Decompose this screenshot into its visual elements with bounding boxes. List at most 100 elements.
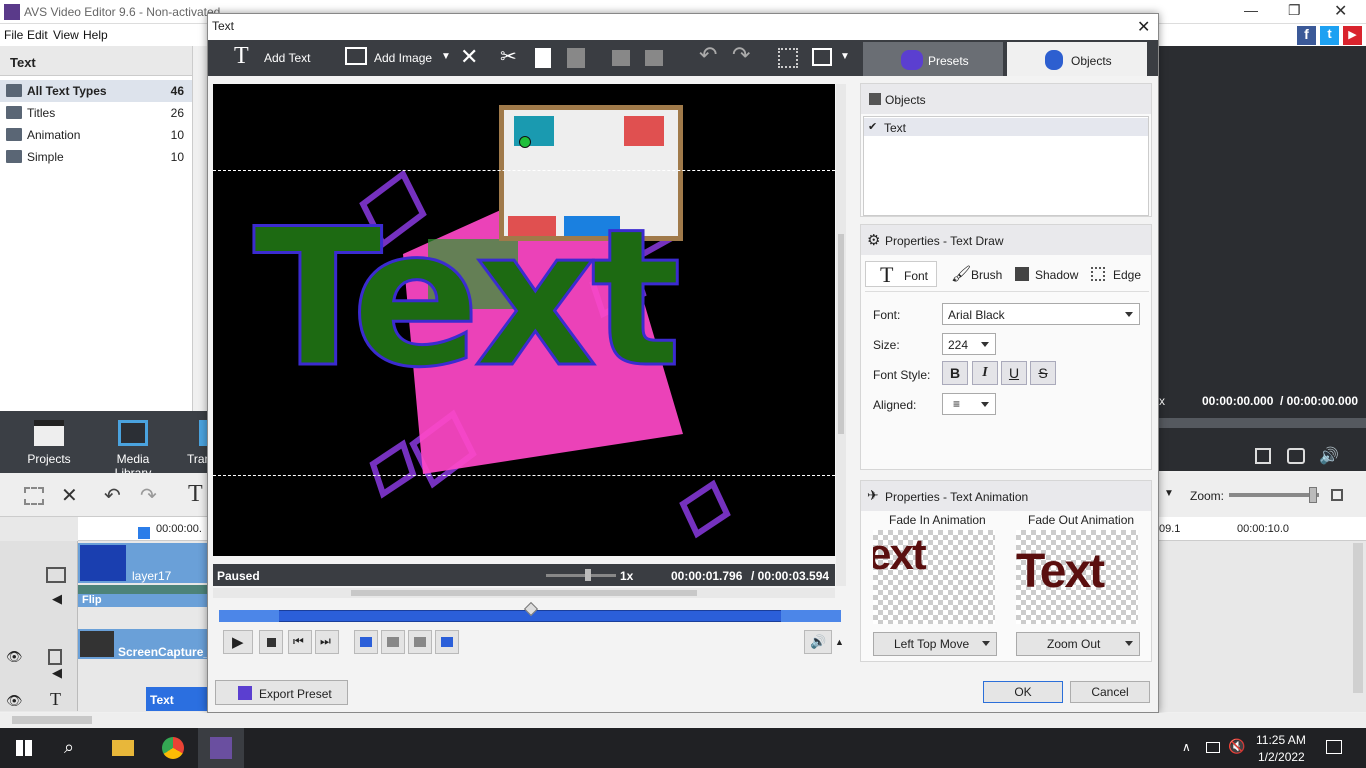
add-text-button[interactable]: T Add Text	[234, 43, 318, 70]
clip-flip[interactable]: Flip	[78, 585, 210, 607]
chevron-down-icon[interactable]: ▼	[441, 51, 451, 62]
grid-icon[interactable]	[778, 48, 798, 68]
chevron-down-icon[interactable]: ▼	[1164, 488, 1174, 499]
trim-timeline[interactable]	[213, 601, 846, 628]
tree-item-animation[interactable]: Animation 10	[0, 124, 192, 146]
trim-end-button[interactable]	[435, 630, 459, 654]
trim-start-button[interactable]	[354, 630, 378, 654]
app-horizontal-scrollbar[interactable]	[0, 713, 1366, 727]
checkbox-icon[interactable]: ✔	[868, 120, 877, 133]
clip-text[interactable]: Text	[146, 687, 210, 711]
cut-icon[interactable]: ✂	[500, 44, 517, 68]
eye-icon[interactable]: 👁	[6, 649, 23, 665]
speed-slider[interactable]	[546, 574, 616, 577]
zoom-slider-thumb[interactable]	[1309, 487, 1317, 503]
chevron-down-icon[interactable]: ▼	[840, 51, 850, 75]
trim-mid-button[interactable]	[381, 630, 405, 654]
timeline-ruler-right[interactable]: 09.1 00:00:10.0	[1159, 517, 1366, 541]
clip-layer17[interactable]: layer17	[78, 543, 210, 583]
clip-screencapture[interactable]: ScreenCapture_	[78, 629, 210, 659]
vertical-scrollbar[interactable]	[836, 84, 846, 586]
export-preset-button[interactable]: Export Preset	[215, 680, 348, 705]
bold-button[interactable]: B	[942, 361, 968, 385]
send-backward-icon[interactable]	[645, 50, 663, 66]
chrome-icon[interactable]	[162, 737, 184, 759]
playhead[interactable]	[138, 527, 150, 539]
twitter-icon[interactable]: t	[1320, 26, 1339, 45]
screen-icon[interactable]	[812, 48, 832, 66]
search-icon[interactable]: ⌕	[64, 737, 74, 758]
avs-taskbar-button[interactable]	[198, 728, 244, 768]
fullscreen-icon[interactable]	[1255, 448, 1271, 464]
undo-icon[interactable]: ↶	[104, 483, 121, 508]
tab-media-library[interactable]: Media Library	[98, 411, 168, 480]
size-select[interactable]: 224	[942, 333, 996, 355]
maximize-icon[interactable]: ❐	[1288, 2, 1301, 19]
undo-icon[interactable]: ↶	[699, 42, 717, 67]
youtube-icon[interactable]: ▶	[1343, 26, 1362, 45]
tab-transitions[interactable]: Tran	[183, 411, 210, 473]
tab-presets[interactable]: Presets	[863, 42, 1003, 76]
snapshot-icon[interactable]	[1287, 448, 1305, 464]
volume-chevron-icon[interactable]: ▲	[835, 637, 844, 647]
redo-icon[interactable]: ↷	[732, 42, 750, 67]
list-item[interactable]: ✔ Text	[864, 118, 1148, 136]
previous-frame-button[interactable]: ⏮	[288, 630, 312, 654]
minimize-icon[interactable]: —	[1244, 2, 1258, 18]
cancel-button[interactable]: Cancel	[1070, 681, 1150, 703]
fade-out-preview[interactable]: Text	[1016, 530, 1138, 624]
add-image-button[interactable]: Add Image ▼	[345, 46, 455, 70]
delete-icon[interactable]: ✕	[61, 483, 78, 508]
notification-icon[interactable]	[1326, 740, 1342, 754]
underline-button[interactable]: U	[1001, 361, 1027, 385]
close-app-icon[interactable]: ✕	[1334, 1, 1347, 21]
tab-edge[interactable]: Edge	[1091, 261, 1151, 287]
ok-button[interactable]: OK	[983, 681, 1063, 703]
video-preview[interactable]: Text	[213, 84, 835, 556]
tree-item-all-text-types[interactable]: All Text Types 46	[0, 80, 192, 102]
timeline-scrollbar[interactable]	[1353, 543, 1363, 693]
rotate-handle[interactable]	[519, 136, 531, 148]
play-button[interactable]: ▶	[223, 630, 253, 654]
menu-file[interactable]: File	[4, 28, 23, 42]
select-icon[interactable]	[24, 487, 44, 505]
volume-muted-icon[interactable]: 🔇	[1228, 738, 1245, 755]
windows-start-icon[interactable]	[16, 740, 32, 756]
fade-in-select[interactable]: Left Top Move	[873, 632, 997, 656]
copy-icon[interactable]	[535, 48, 551, 68]
italic-button[interactable]: I	[972, 361, 998, 385]
volume-icon[interactable]: 🔊	[1319, 446, 1339, 466]
text-tool-icon[interactable]: T	[188, 481, 203, 508]
zoom-slider[interactable]	[1229, 493, 1319, 497]
volume-button[interactable]: 🔊	[804, 630, 832, 654]
tree-item-simple[interactable]: Simple 10	[0, 146, 192, 168]
file-explorer-icon[interactable]	[112, 740, 134, 756]
delete-icon[interactable]: ✕	[460, 44, 478, 69]
audio-icon[interactable]: ◀	[52, 591, 62, 607]
audio-icon[interactable]: ◀	[52, 665, 62, 681]
horizontal-scrollbar[interactable]	[213, 588, 835, 598]
eye-icon[interactable]: 👁	[6, 693, 23, 709]
strikethrough-button[interactable]: S	[1030, 361, 1056, 385]
speed-slider-thumb[interactable]	[585, 569, 591, 581]
menu-edit[interactable]: Edit	[27, 28, 48, 42]
chevron-up-icon[interactable]: ∧	[1182, 740, 1191, 754]
redo-icon[interactable]: ↷	[140, 483, 157, 508]
tab-objects[interactable]: Objects	[1007, 42, 1147, 76]
preview-text-object[interactable]: Text	[252, 184, 684, 414]
trim-mid2-button[interactable]	[408, 630, 432, 654]
next-frame-button[interactable]: ⏭	[315, 630, 339, 654]
zoom-fit-icon[interactable]	[1331, 489, 1343, 501]
network-icon[interactable]	[1206, 742, 1220, 753]
tab-shadow[interactable]: Shadow	[1013, 261, 1083, 287]
tab-font[interactable]: T Font	[865, 261, 937, 287]
facebook-icon[interactable]: f	[1297, 26, 1316, 45]
close-icon[interactable]: ✕	[1137, 17, 1150, 37]
align-select[interactable]: ≡	[942, 393, 996, 415]
tab-brush[interactable]: 🖌 Brush	[945, 261, 1009, 287]
fade-out-select[interactable]: Zoom Out	[1016, 632, 1140, 656]
fade-in-preview[interactable]: ext	[873, 530, 995, 624]
font-select[interactable]: Arial Black	[942, 303, 1140, 325]
preview-progress[interactable]	[1159, 418, 1366, 428]
menu-view[interactable]: View	[53, 28, 79, 42]
